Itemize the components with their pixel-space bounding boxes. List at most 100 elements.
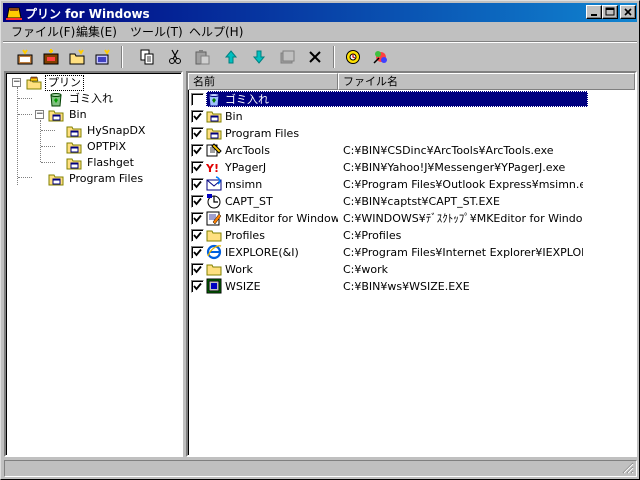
arrow-down-icon [252, 50, 266, 64]
open-button[interactable] [65, 45, 89, 69]
checkmark-icon [193, 112, 202, 121]
title-bar[interactable]: プリン for Windows [3, 3, 637, 22]
close-button[interactable] [620, 5, 636, 19]
item-filename: C:¥Profiles [343, 229, 402, 242]
maximize-button[interactable] [602, 5, 618, 19]
tree-item-label: Bin [69, 108, 87, 121]
new-group-icon [17, 49, 33, 65]
settings-icon [346, 50, 360, 64]
item-name: WSIZE [225, 280, 261, 293]
outlook-express-icon [206, 176, 222, 191]
column-header-name[interactable]: 名前 [188, 73, 338, 90]
collapse-toggle[interactable]: − [12, 78, 21, 87]
copy-button[interactable] [135, 45, 159, 69]
resize-grip-icon[interactable] [622, 462, 634, 474]
column-header-filename[interactable]: ファイル名 [338, 73, 635, 90]
list-item[interactable]: Work C:¥work [188, 261, 635, 278]
item-checkbox[interactable] [191, 144, 204, 157]
folder-program-icon [48, 110, 64, 122]
svg-text:Y!: Y! [206, 162, 219, 175]
collapse-glyph: − [36, 109, 44, 119]
folder-tree[interactable]: − − プリン ゴミ入れ Bin HySnapDX OPTPiX Flashge… [4, 71, 183, 457]
menu-help[interactable]: ヘルプ(H) [186, 24, 246, 40]
checkmark-icon [193, 248, 202, 257]
checkmark-icon [193, 163, 202, 172]
collapse-toggle[interactable]: − [35, 110, 44, 119]
checkmark-icon [193, 129, 202, 138]
wsize-icon [206, 278, 222, 294]
list-item[interactable]: MKEditor for Window... C:¥WINDOWS¥ﾃﾞｽｸﾄｯﾌ… [188, 210, 635, 227]
delete-button[interactable] [303, 45, 327, 69]
item-checkbox[interactable] [191, 161, 204, 174]
menu-tools[interactable]: ツール(T) [127, 24, 186, 40]
run-button[interactable] [369, 45, 393, 69]
menu-file[interactable]: ファイル(F) [8, 24, 78, 40]
item-checkbox[interactable] [191, 229, 204, 242]
paste-button[interactable] [191, 45, 215, 69]
item-name: IEXPLORE(&I) [225, 246, 299, 259]
item-checkbox[interactable] [191, 127, 204, 140]
item-checkbox[interactable] [191, 110, 204, 123]
list-item[interactable]: WSIZE C:¥BIN¥ws¥WSIZE.EXE [188, 278, 635, 295]
refresh-button[interactable] [91, 45, 115, 69]
new-item-button[interactable] [39, 45, 63, 69]
tree-line [17, 87, 18, 185]
item-filename: C:¥BIN¥CSDinc¥ArcTools¥ArcTools.exe [343, 144, 554, 157]
item-checkbox[interactable] [191, 246, 204, 259]
item-checkbox[interactable] [191, 263, 204, 276]
cut-button[interactable] [163, 45, 187, 69]
list-item[interactable]: Bin [188, 108, 635, 125]
item-checkbox[interactable] [191, 195, 204, 208]
tree-line [18, 114, 32, 115]
minimize-button[interactable] [586, 5, 602, 19]
cut-icon [169, 49, 181, 64]
arctools-icon [206, 143, 222, 157]
list-item[interactable]: ゴミ入れ [188, 91, 635, 108]
move-up-button[interactable] [219, 45, 243, 69]
item-filename: C:¥work [343, 263, 389, 276]
checkmark-icon [193, 197, 202, 206]
close-icon [624, 8, 632, 16]
item-checkbox[interactable] [191, 178, 204, 191]
item-checkbox[interactable] [191, 93, 204, 106]
minimize-icon [591, 14, 597, 16]
checkmark-icon [193, 180, 202, 189]
menu-edit[interactable]: 編集(E) [73, 24, 120, 40]
list-item[interactable]: Y! YPagerJ C:¥BIN¥Yahoo!J¥Messenger¥YPager… [188, 159, 635, 176]
list-item[interactable]: Program Files [188, 125, 635, 142]
item-name: msimn [225, 178, 263, 191]
folder-icon [206, 230, 222, 242]
tree-item-label: ゴミ入れ [69, 92, 113, 105]
item-name: YPagerJ [225, 161, 267, 174]
properties-button[interactable] [275, 45, 299, 69]
item-name: Work [225, 263, 253, 276]
tree-line [18, 98, 32, 99]
paste-icon [195, 50, 210, 65]
folder-icon [206, 264, 222, 276]
folder-program-icon [66, 126, 82, 138]
item-list[interactable]: 名前 ファイル名 ゴミ入れ Bin Program Files ArcTools C:¥… [186, 71, 637, 457]
internet-explorer-icon [206, 244, 222, 260]
move-down-button[interactable] [247, 45, 271, 69]
item-filename: C:¥BIN¥Yahoo!J¥Messenger¥YPagerJ.exe [343, 161, 566, 174]
item-checkbox[interactable] [191, 212, 204, 225]
item-name: Profiles [225, 229, 265, 242]
new-group-button[interactable] [13, 45, 37, 69]
item-checkbox[interactable] [191, 280, 204, 293]
list-item[interactable]: CAPT_ST C:¥BIN¥captst¥CAPT_ST.EXE [188, 193, 635, 210]
settings-button[interactable] [341, 45, 365, 69]
mkeditor-icon [206, 211, 222, 226]
list-item[interactable]: ArcTools C:¥BIN¥CSDinc¥ArcTools¥ArcTools.… [188, 142, 635, 159]
tree-item-label: OPTPiX [87, 140, 126, 153]
tree-line [40, 120, 41, 162]
item-name: ArcTools [225, 144, 270, 157]
pudding-app-icon [6, 7, 22, 20]
list-item[interactable]: IEXPLORE(&I) C:¥Program Files¥Internet Ex… [188, 244, 635, 261]
item-filename: C:¥BIN¥captst¥CAPT_ST.EXE [343, 195, 500, 208]
item-name: CAPT_ST [225, 195, 273, 208]
toolbar-separator [333, 46, 335, 68]
list-item[interactable]: msimn C:¥Program Files¥Outlook Express¥ms… [188, 176, 635, 193]
item-filename [343, 92, 583, 107]
list-item[interactable]: Profiles C:¥Profiles [188, 227, 635, 244]
refresh-icon [95, 49, 110, 65]
